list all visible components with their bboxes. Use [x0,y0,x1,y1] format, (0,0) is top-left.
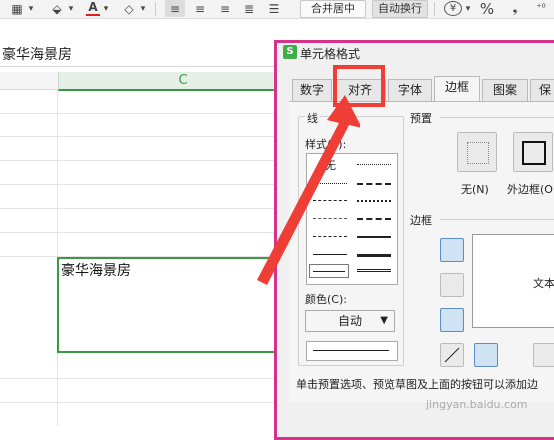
line-style-option[interactable] [357,164,391,165]
chevron-down-icon: ▼ [380,315,388,326]
watermark: jingyan.baidu.com [426,398,528,411]
toolbar: ▦ ▾ ⬙ ▾ A ▾ ◇ ▾ ≡ ≡ ≡ ≣ ☰ 合并居中 自动换行 ¥ ▾ … [0,0,554,19]
chevron-down-icon[interactable]: ▾ [26,0,36,17]
border-middle-button[interactable] [440,273,464,297]
border-left-button[interactable] [474,343,498,367]
line-style-option[interactable] [357,218,391,220]
line-style-option[interactable] [357,200,391,202]
font-color-icon[interactable]: A [86,0,100,16]
increase-decimal-icon[interactable]: ⁺⁰ [530,0,552,17]
align-left-icon[interactable]: ≡ [165,0,185,17]
border-top-button[interactable] [440,238,464,262]
toolbar-divider [155,2,156,16]
chevron-down-icon[interactable]: ▾ [463,0,473,17]
align-center-icon[interactable]: ≡ [191,0,209,17]
toolbar-divider [434,2,435,16]
preset-divider [440,117,554,118]
line-style-option[interactable] [357,236,391,238]
border-bottom-button[interactable] [440,308,464,332]
border-icon[interactable]: ▦ [10,0,24,17]
border-divider [440,219,554,220]
app-logo-icon: S [283,45,297,59]
cell-content: 豪华海景房 [61,263,131,279]
percent-button[interactable]: % [478,0,496,18]
border-preview[interactable]: 文本 [472,234,554,328]
tab-protection[interactable]: 保 [530,79,554,101]
justify-icon[interactable]: ≣ [240,0,258,17]
wrap-text-button[interactable]: 自动换行 [372,0,428,18]
preview-text: 文本 [533,277,554,290]
preset-outline-label: 外边框(O [507,181,553,197]
fill-color-icon[interactable]: ⬙ [48,0,66,17]
chevron-down-icon[interactable]: ▾ [138,0,148,17]
diagonal-icon [444,347,460,363]
preset-none-label: 无(N) [461,181,489,197]
preset-label: 预置 [410,110,432,126]
merge-center-button[interactable]: 合并居中 [300,0,366,18]
color-select[interactable]: 自动 ▼ [305,310,395,332]
preset-outline-button[interactable] [513,132,553,172]
preset-none-button[interactable] [457,132,497,172]
distributed-align-icon[interactable]: ☰ [265,0,283,17]
line-style-option[interactable] [357,269,391,272]
arrow-icon [257,95,360,285]
tab-font[interactable]: 字体 [388,79,432,101]
dialog-title: 单元格格式 [300,47,361,61]
border-group-label: 边框 [410,212,432,228]
line-style-option[interactable] [357,254,391,257]
tab-pattern[interactable]: 图案 [482,79,528,101]
border-diagonal-up-button[interactable] [440,343,464,367]
currency-icon[interactable]: ¥ [444,1,462,16]
thousands-separator-icon[interactable]: ❟ [506,0,524,17]
color-value: 自动 [337,314,362,328]
chevron-down-icon[interactable]: ▾ [101,0,111,17]
eraser-icon[interactable]: ◇ [120,0,138,17]
align-right-icon[interactable]: ≡ [216,0,234,17]
tab-border[interactable]: 边框 [434,76,480,102]
formula-content[interactable]: 豪华海景房 [2,44,72,64]
column-header-c[interactable]: C [58,72,307,91]
line-style-option[interactable] [357,183,391,185]
border-right-button[interactable] [533,343,554,367]
color-line-preview [306,341,398,361]
instruction-text: 单击预置选项、预览草图及上面的按钮可以添加边 [296,378,538,391]
chevron-down-icon[interactable]: ▾ [66,0,76,17]
